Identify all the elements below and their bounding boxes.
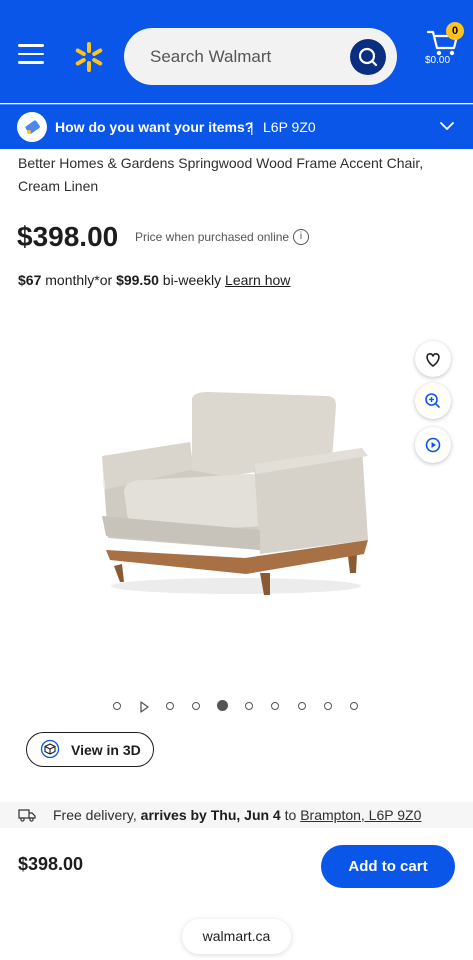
carousel-dot[interactable] [298,702,306,710]
search-placeholder: Search Walmart [150,47,272,66]
carousel-dot-active[interactable] [217,700,228,711]
3d-cube-icon [40,739,60,759]
view-in-3d-button[interactable]: View in 3D [26,732,154,767]
search-button[interactable] [350,39,386,75]
walmart-spark-logo[interactable] [72,40,106,74]
carousel-dot[interactable] [113,702,121,710]
search-icon [358,47,378,67]
header: Search Walmart 0 $0.00 [0,0,473,103]
carousel-dot[interactable] [166,702,174,710]
video-button[interactable] [415,427,451,463]
delivery-question: How do you want your items? [55,119,254,135]
zoom-button[interactable] [415,383,451,419]
free-delivery-prefix: Free delivery, [53,807,137,823]
cart-count-badge: 0 [446,22,464,40]
monthly-text: monthly*or [45,272,113,288]
add-to-cart-button[interactable]: Add to cart [321,845,455,888]
product-title: Better Homes & Gardens Springwood Wood F… [18,155,424,194]
financing-info: $67 monthly*or $99.50 bi-weekly Learn ho… [18,272,290,288]
favorite-button[interactable] [415,341,451,377]
delivery-location-link[interactable]: Brampton, L6P 9Z0 [300,807,421,823]
play-icon [425,437,441,453]
free-delivery-to: to [284,807,297,823]
price-note: Price when purchased online [135,230,290,244]
carousel-dot[interactable] [350,702,358,710]
free-delivery-bar: Free delivery, arrives by Thu, Jun 4 to … [0,802,473,828]
delivery-postal-code: L6P 9Z0 [263,119,316,135]
menu-icon[interactable] [18,44,44,66]
delivery-separator: | [250,119,254,135]
carousel-dot[interactable] [245,702,253,710]
carousel-video-icon[interactable] [139,701,149,713]
carousel-dot[interactable] [271,702,279,710]
arrival-date: arrives by Thu, Jun 4 [140,807,281,823]
chevron-down-icon [440,122,454,130]
carousel-dot[interactable] [192,702,200,710]
product-image[interactable] [100,390,372,604]
footer-price: $398.00 [18,854,84,874]
heart-icon [426,353,440,367]
biweekly-text: bi-weekly [162,272,222,288]
search-input[interactable]: Search Walmart [124,28,397,85]
carousel-dot[interactable] [324,702,332,710]
delivery-selector[interactable]: How do you want your items? | L6P 9Z0 [0,104,473,149]
learn-how-link[interactable]: Learn how [225,272,290,288]
cart-total: $0.00 [425,55,451,66]
view-in-3d-label: View in 3D [71,742,141,758]
product-price: $398.00 [17,221,119,252]
info-icon[interactable]: i [293,229,309,245]
delivery-badge-icon [17,112,47,142]
monthly-amount: $67 [18,272,42,288]
biweekly-amount: $99.50 [116,272,159,288]
browser-url-pill[interactable]: walmart.ca [182,919,291,954]
zoom-in-icon [425,393,440,408]
truck-icon [18,809,36,822]
